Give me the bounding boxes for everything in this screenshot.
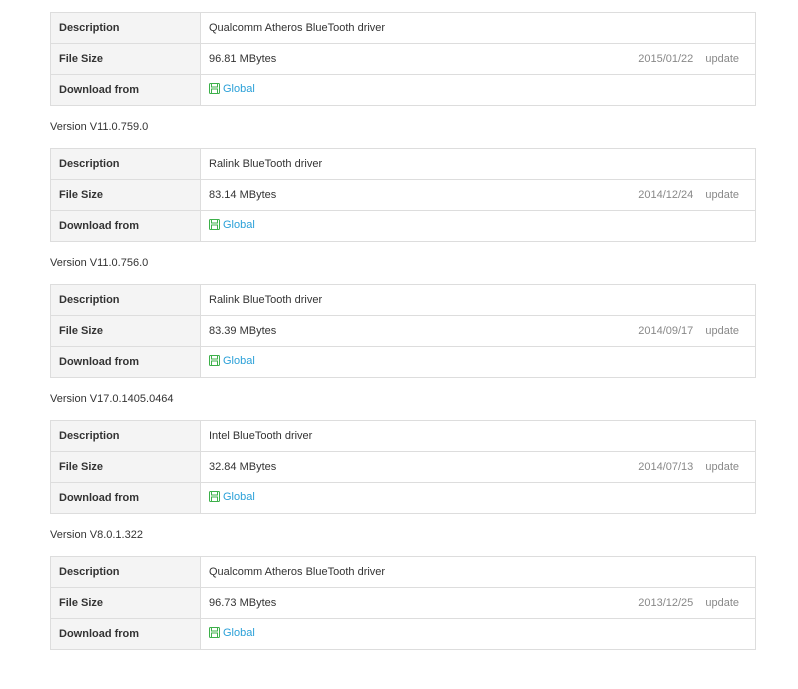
description-value: Qualcomm Atheros BlueTooth driver: [209, 566, 386, 578]
description-row: Description Ralink BlueTooth driver: [50, 148, 756, 180]
file-size-value: 83.14 MBytes: [209, 189, 277, 201]
download-link-label: Global: [223, 626, 255, 639]
description-value: Qualcomm Atheros BlueTooth driver: [209, 22, 386, 34]
driver-table: Description Ralink BlueTooth driver File…: [50, 284, 756, 378]
update-label: update: [705, 325, 739, 337]
update-date: 2014/09/17: [638, 325, 694, 337]
download-from-label: Download from: [50, 346, 201, 378]
update-label: update: [705, 597, 739, 609]
version-heading: Version V8.0.1.322: [50, 529, 143, 541]
description-row: Description Ralink BlueTooth driver: [50, 284, 756, 316]
file-size-label: File Size: [50, 43, 201, 75]
update-date: 2013/12/25: [638, 597, 694, 609]
update-date: 2014/12/24: [638, 189, 694, 201]
file-size-row: File Size 96.81 MBytes 2015/01/22 update: [50, 43, 756, 75]
floppy-save-icon: [209, 627, 220, 639]
update-label: update: [705, 189, 739, 201]
driver-table: Description Intel BlueTooth driver File …: [50, 420, 756, 514]
floppy-save-icon: [209, 219, 220, 231]
file-size-label: File Size: [50, 179, 201, 211]
file-size-row: File Size 83.39 MBytes 2014/09/17 update: [50, 315, 756, 347]
download-from-label: Download from: [50, 482, 201, 514]
download-row: Download from Global: [50, 618, 756, 650]
file-size-value: 96.81 MBytes: [209, 53, 277, 65]
update-label: update: [705, 461, 739, 473]
floppy-save-icon: [209, 491, 220, 503]
driver-table: Description Ralink BlueTooth driver File…: [50, 148, 756, 242]
version-heading: Version V17.0.1405.0464: [50, 393, 174, 405]
description-row: Description Qualcomm Atheros BlueTooth d…: [50, 12, 756, 44]
download-link-label: Global: [223, 82, 255, 95]
floppy-save-icon: [209, 355, 220, 367]
file-size-row: File Size 96.73 MBytes 2013/12/25 update: [50, 587, 756, 619]
description-value: Ralink BlueTooth driver: [209, 158, 323, 170]
description-label: Description: [50, 556, 201, 588]
update-label: update: [705, 53, 739, 65]
file-size-value: 32.84 MBytes: [209, 461, 277, 473]
global-download-link[interactable]: Global: [209, 491, 255, 503]
file-size-label: File Size: [50, 587, 201, 619]
download-row: Download from Global: [50, 346, 756, 378]
global-download-link[interactable]: Global: [209, 219, 255, 231]
description-value: Ralink BlueTooth driver: [209, 294, 323, 306]
update-date: 2015/01/22: [638, 53, 694, 65]
file-size-row: File Size 83.14 MBytes 2014/12/24 update: [50, 179, 756, 211]
description-row: Description Intel BlueTooth driver: [50, 420, 756, 452]
version-heading: Version V11.0.759.0: [50, 121, 149, 133]
driver-table: Description Qualcomm Atheros BlueTooth d…: [50, 556, 756, 650]
global-download-link[interactable]: Global: [209, 83, 255, 95]
driver-list: Description Qualcomm Atheros BlueTooth d…: [50, 12, 756, 650]
file-size-value: 83.39 MBytes: [209, 325, 277, 337]
global-download-link[interactable]: Global: [209, 627, 255, 639]
global-download-link[interactable]: Global: [209, 355, 255, 367]
download-row: Download from Global: [50, 210, 756, 242]
download-link-label: Global: [223, 354, 255, 367]
file-size-row: File Size 32.84 MBytes 2014/07/13 update: [50, 451, 756, 483]
description-label: Description: [50, 284, 201, 316]
floppy-save-icon: [209, 83, 220, 95]
file-size-label: File Size: [50, 451, 201, 483]
driver-table: Description Qualcomm Atheros BlueTooth d…: [50, 12, 756, 106]
download-link-label: Global: [223, 490, 255, 503]
description-label: Description: [50, 420, 201, 452]
file-size-value: 96.73 MBytes: [209, 597, 277, 609]
download-link-label: Global: [223, 218, 255, 231]
download-from-label: Download from: [50, 74, 201, 106]
description-value: Intel BlueTooth driver: [209, 430, 313, 442]
description-label: Description: [50, 148, 201, 180]
description-row: Description Qualcomm Atheros BlueTooth d…: [50, 556, 756, 588]
download-row: Download from Global: [50, 482, 756, 514]
download-from-label: Download from: [50, 618, 201, 650]
file-size-label: File Size: [50, 315, 201, 347]
update-date: 2014/07/13: [638, 461, 694, 473]
description-label: Description: [50, 12, 201, 44]
download-row: Download from Global: [50, 74, 756, 106]
version-heading: Version V11.0.756.0: [50, 257, 149, 269]
download-from-label: Download from: [50, 210, 201, 242]
